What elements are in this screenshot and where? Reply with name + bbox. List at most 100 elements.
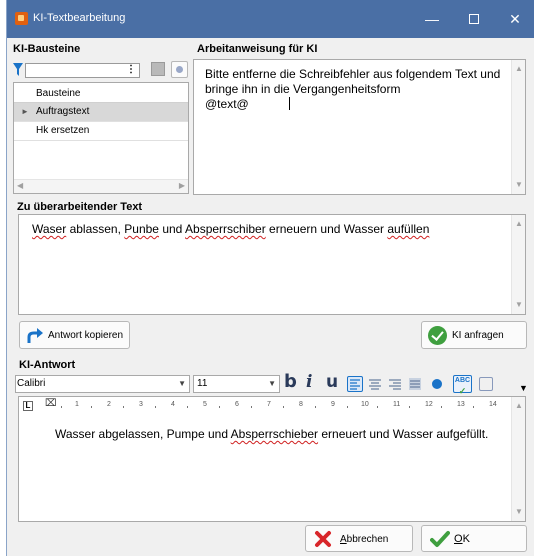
ruler: ⌧ 1 2 3 4 5 6 7 8 9 10 11 12 13 14	[45, 398, 525, 413]
ask-ai-button[interactable]: KI anfragen	[421, 321, 527, 349]
align-center-icon	[369, 379, 381, 390]
text-caret	[288, 97, 290, 110]
bausteine-filter-input[interactable]: ⋮	[25, 63, 140, 78]
answer-text-run: Wasser abgelassen, Pumpe und	[55, 427, 231, 441]
ruler-tick	[61, 406, 62, 408]
list-item-label: Auftragstext	[36, 106, 90, 117]
title-bar: KI-Textbearbeitung — ✕	[7, 0, 534, 38]
filter-icon[interactable]	[13, 63, 23, 77]
check-icon	[428, 326, 447, 345]
column-header-bausteine: Bausteine	[36, 88, 81, 99]
scroll-up-icon[interactable]: ▲	[512, 399, 526, 413]
maximize-button[interactable]	[462, 8, 486, 30]
settings-button[interactable]	[171, 61, 188, 78]
misspelled-word: Absperrschiber	[185, 222, 266, 236]
window-title: KI-Textbearbeitung	[33, 12, 126, 24]
ruler-number: 7	[267, 401, 271, 408]
grid-icon[interactable]	[151, 62, 165, 76]
x-icon	[315, 531, 331, 547]
misspelled-word: Punbe	[124, 222, 159, 236]
scroll-left-icon[interactable]: ◀	[17, 181, 23, 190]
placeholder-token: @text@	[205, 97, 249, 111]
cancel-button[interactable]: Abbrechen	[305, 525, 413, 552]
ki-antwort-text: Wasser abgelassen, Pumpe und Absperrschi…	[55, 427, 488, 442]
ruler-number: 8	[299, 401, 303, 408]
align-left-button[interactable]	[347, 376, 363, 392]
scroll-up-icon[interactable]: ▲	[512, 62, 526, 76]
align-center-button[interactable]	[367, 376, 383, 392]
ruler-number: 3	[139, 401, 143, 408]
input-text-content: Waser ablassen, Punbe und Absperrschiber…	[32, 222, 429, 237]
copy-answer-button[interactable]: Antwort kopieren	[19, 321, 130, 349]
overflow-icon[interactable]: ▼	[519, 383, 528, 393]
ask-ai-label: KI anfragen	[452, 330, 504, 341]
justify-button[interactable]	[407, 376, 423, 392]
vertical-scrollbar[interactable]: ▲ ▼	[511, 215, 525, 314]
arbeitsanweisung-textarea[interactable]: Bitte entferne die Schreibfehler aus fol…	[193, 59, 526, 195]
instruction-line: Bitte entferne die Schreibfehler aus fol…	[205, 67, 501, 81]
row-pointer-icon: ►	[21, 107, 29, 116]
ki-antwort-editor[interactable]: L ⌧ 1 2 3 4 5 6 7 8 9 10 11 12 13 14 Was…	[18, 396, 526, 522]
ruler-number: 1	[75, 401, 79, 408]
indent-marker-icon[interactable]: ⌧	[45, 398, 57, 409]
bausteine-grid[interactable]: Bausteine ► Auftragstext Hk ersetzen ◀ ▶	[13, 82, 189, 194]
list-item[interactable]: Hk ersetzen	[14, 122, 188, 141]
ruler-tick	[377, 406, 378, 408]
spellcheck-button[interactable]: ABC ✓	[453, 375, 472, 396]
ruler-number: 14	[489, 401, 497, 408]
italic-button[interactable]: i	[306, 372, 312, 392]
ruler-tick	[251, 406, 252, 408]
close-button[interactable]: ✕	[503, 8, 527, 30]
horizontal-scrollbar[interactable]: ◀ ▶	[14, 179, 188, 193]
font-size-value: 11	[197, 378, 208, 389]
scroll-down-icon[interactable]: ▼	[512, 298, 526, 312]
scroll-down-icon[interactable]: ▼	[512, 505, 526, 519]
scroll-right-icon[interactable]: ▶	[179, 181, 185, 190]
ruler-tick	[123, 406, 124, 408]
misspelled-word: aufüllen	[387, 222, 430, 236]
input-text-area[interactable]: Waser ablassen, Punbe und Absperrschiber…	[18, 214, 526, 315]
minimize-icon: —	[425, 11, 439, 27]
ruler-number: 4	[171, 401, 175, 408]
app-icon	[15, 12, 28, 25]
settings-icon	[176, 66, 183, 73]
vertical-scrollbar[interactable]: ▲ ▼	[511, 60, 525, 194]
ok-label-rest: K	[462, 533, 470, 545]
table-button[interactable]	[479, 377, 493, 391]
font-family-value: Calibri	[17, 378, 46, 389]
arbeitsanweisung-text: Bitte entferne die Schreibfehler aus fol…	[205, 67, 500, 112]
scroll-down-icon[interactable]: ▼	[512, 178, 526, 192]
spellcheck-icon: ABC ✓	[454, 377, 471, 396]
cancel-label-rest: bbrechen	[346, 534, 389, 545]
share-arrow-icon	[27, 328, 43, 343]
vertical-scrollbar[interactable]: ▲ ▼	[511, 397, 525, 521]
font-size-select[interactable]: 11 ▼	[193, 375, 280, 393]
bold-button[interactable]: b	[284, 371, 297, 392]
minimize-button[interactable]: —	[420, 8, 444, 30]
chevron-down-icon: ▼	[178, 379, 186, 388]
justify-icon	[409, 378, 421, 390]
font-family-select[interactable]: Calibri ▼	[15, 375, 190, 393]
tab-stop-icon[interactable]: L	[23, 401, 33, 411]
color-dot-icon[interactable]	[432, 379, 442, 389]
list-item[interactable]: ► Auftragstext	[14, 103, 188, 122]
underline-button[interactable]: u	[326, 372, 338, 392]
align-left-icon	[350, 379, 360, 390]
ruler-number: 12	[425, 401, 433, 408]
instruction-line: bringe ihn in die Vergangenheitsform	[205, 82, 401, 96]
ruler-tick	[315, 406, 316, 408]
scroll-up-icon[interactable]: ▲	[512, 217, 526, 231]
align-right-button[interactable]	[387, 376, 403, 392]
ruler-tick	[187, 406, 188, 408]
answer-text-run: erneuert und Wasser aufgefüllt.	[318, 427, 489, 441]
cancel-label: Abbrechen	[340, 534, 388, 545]
more-icon[interactable]: ⋮	[126, 64, 136, 75]
flagged-word: Absperrschieber	[230, 427, 319, 441]
ruler-number: 11	[393, 401, 401, 408]
ruler-number: 10	[361, 401, 369, 408]
bausteine-label: KI-Bausteine	[13, 43, 81, 55]
ok-mnemonic: O	[454, 533, 463, 545]
cancel-mnemonic: A	[340, 534, 347, 545]
list-item-label: Hk ersetzen	[36, 125, 90, 136]
ok-button[interactable]: OK	[421, 525, 527, 552]
